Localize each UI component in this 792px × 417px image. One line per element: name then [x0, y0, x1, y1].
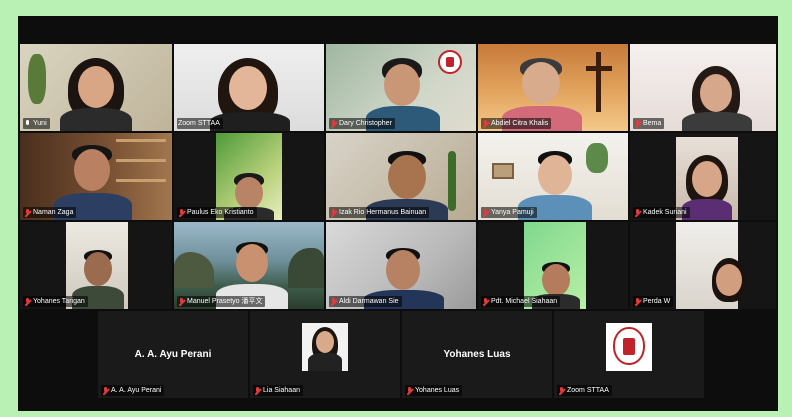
muted-mic-icon	[482, 208, 489, 217]
participant-name: Zoom STTAA	[567, 387, 609, 394]
muted-mic-icon	[330, 297, 337, 306]
participant-name-tag: Naman Zaga	[23, 207, 77, 218]
participant-name: Abdiel Citra Khalis	[491, 120, 549, 127]
muted-mic-icon	[634, 208, 641, 217]
participant-name-tag: Pdt. Michael Siahaan	[481, 296, 561, 307]
participant-display-name: A. A. Ayu Perani	[134, 349, 212, 360]
participant-name-tag: Manuel Prasetyo 潘平文	[177, 296, 266, 307]
video-tile[interactable]: Izak Rio Hermanus Bainuan	[326, 133, 476, 220]
video-tile[interactable]: Perda W	[630, 222, 776, 309]
muted-mic-icon	[24, 297, 31, 306]
muted-mic-icon	[178, 297, 185, 306]
participant-name-tag: Bema	[633, 118, 665, 129]
video-tile[interactable]: Yohanes Tarigan	[20, 222, 172, 309]
participant-display-name: Yohanes Luas	[443, 349, 511, 360]
video-tile-camera-off[interactable]: Yohanes Luas Yohanes Luas	[402, 311, 552, 398]
participant-name-tag: Yuni	[23, 118, 50, 129]
participant-name-tag: Izak Rio Hermanus Bainuan	[329, 207, 430, 218]
participant-name: Perda W	[643, 298, 671, 305]
video-gallery: Yuni Zoom STTAA Dary Christopher Abdiel …	[18, 16, 778, 411]
participant-name: Kadek Suriani	[643, 209, 687, 216]
participant-name: Zoom STTAA	[178, 120, 220, 127]
church-logo-icon	[438, 50, 462, 74]
muted-mic-icon	[178, 208, 185, 217]
participant-name-tag: Yohanes Tarigan	[23, 296, 88, 307]
participant-name: Manuel Prasetyo 潘平文	[187, 298, 263, 305]
participant-name: Yohanes Luas	[415, 387, 460, 394]
participant-name: Paulus Eko Kristianto	[187, 209, 254, 216]
participant-name-tag: A. A. Ayu Perani	[101, 385, 165, 396]
participant-name: Dary Christopher	[339, 120, 392, 127]
participant-name: Bema	[643, 120, 662, 127]
video-tile[interactable]: Bema	[630, 44, 776, 131]
muted-mic-icon	[634, 297, 641, 306]
video-tile[interactable]: Dary Christopher	[326, 44, 476, 131]
muted-mic-icon	[254, 386, 261, 395]
video-tile[interactable]: Lia Siahaan	[250, 311, 400, 398]
participant-name: Izak Rio Hermanus Bainuan	[339, 209, 427, 216]
video-tile[interactable]: Manuel Prasetyo 潘平文	[174, 222, 324, 309]
video-tile[interactable]: Zoom STTAA	[554, 311, 704, 398]
mic-icon	[24, 119, 31, 128]
church-logo-icon	[613, 327, 645, 365]
video-tile[interactable]: Zoom STTAA	[174, 44, 324, 131]
participant-name: A. A. Ayu Perani	[111, 387, 162, 394]
participant-name: Yanya Pamuji	[491, 209, 534, 216]
participant-name-tag: Yanya Pamuji	[481, 207, 537, 218]
participant-name-tag: Abdiel Citra Khalis	[481, 118, 552, 129]
video-tile-camera-off[interactable]: A. A. Ayu Perani A. A. Ayu Perani	[98, 311, 248, 398]
participant-name-tag: Perda W	[633, 296, 674, 307]
muted-mic-icon	[102, 386, 109, 395]
muted-mic-icon	[330, 208, 337, 217]
participant-name-tag: Zoom STTAA	[177, 118, 223, 129]
participant-name-tag: Yohanes Luas	[405, 385, 463, 396]
muted-mic-icon	[24, 208, 31, 217]
video-tile[interactable]: Yanya Pamuji	[478, 133, 628, 220]
participant-name: Pdt. Michael Siahaan	[491, 298, 558, 305]
muted-mic-icon	[482, 119, 489, 128]
participant-name: Yuni	[33, 120, 47, 127]
participant-name-tag: Paulus Eko Kristianto	[177, 207, 257, 218]
video-tile[interactable]: Naman Zaga	[20, 133, 172, 220]
participant-name-tag: Lia Siahaan	[253, 385, 303, 396]
video-tile[interactable]: Kadek Suriani	[630, 133, 776, 220]
video-tile[interactable]: Paulus Eko Kristianto	[174, 133, 324, 220]
video-tile[interactable]: Pdt. Michael Siahaan	[478, 222, 628, 309]
muted-mic-icon	[330, 119, 337, 128]
video-tile[interactable]: Aldi Darmawan Sie	[326, 222, 476, 309]
participant-name-tag: Aldi Darmawan Sie	[329, 296, 402, 307]
muted-mic-icon	[482, 297, 489, 306]
muted-mic-icon	[558, 386, 565, 395]
participant-name-tag: Dary Christopher	[329, 118, 395, 129]
participant-name: Naman Zaga	[33, 209, 74, 216]
participant-name: Aldi Darmawan Sie	[339, 298, 399, 305]
participant-name-tag: Kadek Suriani	[633, 207, 690, 218]
participant-name: Lia Siahaan	[263, 387, 300, 394]
video-tile[interactable]: Yuni	[20, 44, 172, 131]
muted-mic-icon	[634, 119, 641, 128]
video-tile[interactable]: Abdiel Citra Khalis	[478, 44, 628, 131]
participant-name: Yohanes Tarigan	[33, 298, 85, 305]
muted-mic-icon	[406, 386, 413, 395]
participant-name-tag: Zoom STTAA	[557, 385, 612, 396]
